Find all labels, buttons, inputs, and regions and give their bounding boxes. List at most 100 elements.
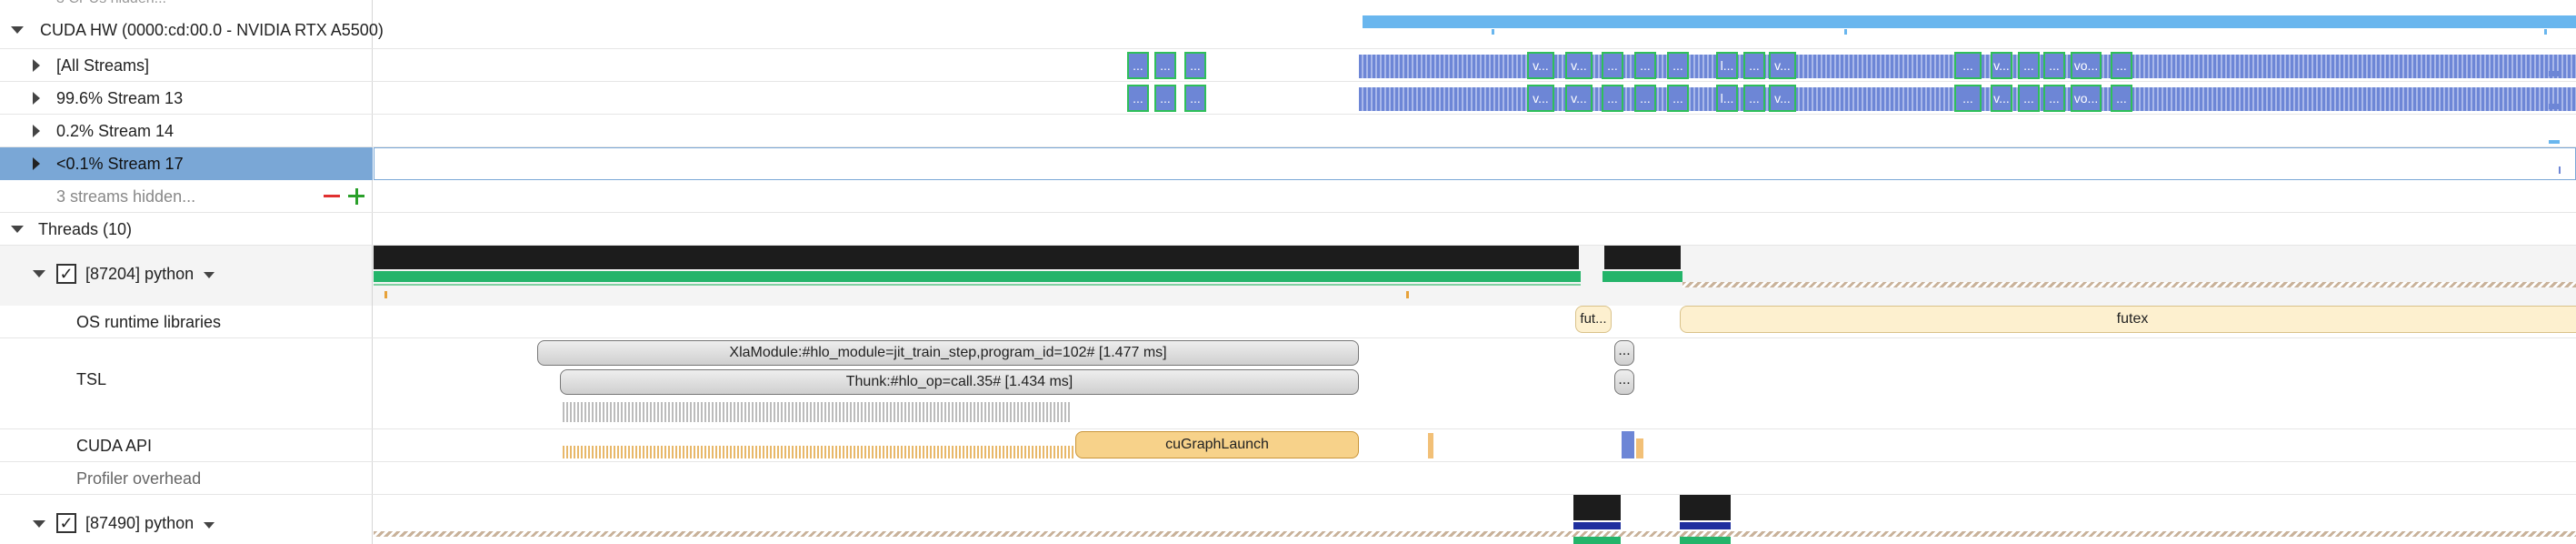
kernel-block[interactable]: ... <box>1154 52 1176 79</box>
cuda-api-calls[interactable] <box>563 446 1074 458</box>
remove-icon[interactable] <box>324 195 340 197</box>
collapsed-range[interactable]: ... <box>1614 369 1634 395</box>
stream-timeline[interactable] <box>374 115 2576 146</box>
thread-menu-chevron-icon[interactable] <box>204 272 215 278</box>
kernel-block[interactable]: v... <box>1769 52 1796 79</box>
expand-chevron-icon[interactable] <box>33 59 40 72</box>
kernel-block[interactable]: v... <box>1991 52 2012 79</box>
stream-timeline[interactable]: ......... v... v............ l...... v......… <box>374 49 2576 81</box>
kernel-block[interactable]: l... <box>1716 52 1738 79</box>
thread-checkbox[interactable]: ✓ <box>56 264 76 284</box>
kernel-block[interactable]: v... <box>1527 85 1554 112</box>
kernel-block[interactable]: ... <box>2111 52 2132 79</box>
thread-timeline[interactable] <box>374 495 2576 544</box>
kernel-block[interactable]: ... <box>1743 85 1765 112</box>
profiler-overhead-row[interactable]: Profiler overhead <box>0 462 2576 495</box>
futex-short-block[interactable]: fut... <box>1575 306 1612 333</box>
cuda-hw-timeline[interactable] <box>374 11 2576 48</box>
thread-state-running[interactable] <box>374 271 1581 282</box>
kernel-block[interactable]: ... <box>2043 52 2065 79</box>
thread-state-bar[interactable] <box>1573 522 1621 529</box>
kernel-block[interactable]: ... <box>1667 52 1689 79</box>
kernel-block[interactable]: l... <box>1716 85 1738 112</box>
cpu-utilization-bar[interactable] <box>1680 495 1731 520</box>
thread-state-running[interactable] <box>1680 537 1731 544</box>
cuda-api-call[interactable] <box>1636 438 1643 458</box>
kernel-block[interactable]: vo... <box>2071 52 2102 79</box>
os-runtime-timeline[interactable]: fut... futex <box>374 306 2576 337</box>
kernel-block[interactable]: ... <box>1184 85 1206 112</box>
xla-module-range[interactable]: XlaModule:#hlo_module=jit_train_step,pro… <box>537 340 1359 366</box>
futex-block[interactable]: futex <box>1680 306 2576 333</box>
kernel-block[interactable]: v... <box>1565 85 1593 112</box>
kernel-block[interactable]: ... <box>1634 52 1656 79</box>
kernel-block[interactable]: ... <box>1154 85 1176 112</box>
expand-chevron-icon[interactable] <box>33 157 40 170</box>
os-runtime-row[interactable]: OS runtime libraries fut... futex <box>0 306 2576 338</box>
stream-row-all[interactable]: [All Streams] ......... v... v............… <box>0 49 2576 82</box>
collapse-chevron-icon[interactable] <box>33 270 45 277</box>
collapsed-range[interactable]: ... <box>1614 340 1634 366</box>
thread-timeline[interactable] <box>374 246 2576 306</box>
stream-row-13[interactable]: 99.6% Stream 13 ......... v... v..........… <box>0 82 2576 115</box>
kernel-block[interactable]: v... <box>1769 85 1796 112</box>
streams-hidden-label[interactable]: 3 streams hidden... <box>56 186 195 207</box>
stream-label: [All Streams] <box>56 56 150 75</box>
cuda-hw-activity-bar[interactable] <box>1363 15 2576 28</box>
kernel-block[interactable]: ... <box>1954 52 1982 79</box>
kernel-block[interactable]: ... <box>1602 85 1623 112</box>
activity-marker <box>2542 22 2559 25</box>
kernel-block[interactable]: ... <box>2018 85 2040 112</box>
kernel-block[interactable]: ... <box>2043 85 2065 112</box>
collapse-chevron-icon[interactable] <box>33 520 45 528</box>
stream-row-17[interactable]: <0.1% Stream 17 <box>0 147 2576 180</box>
cpu-utilization-bar[interactable] <box>1604 246 1681 269</box>
tsl-row[interactable]: TSL XlaModule:#hlo_module=jit_train_step… <box>0 338 2576 429</box>
kernel-block[interactable]: v... <box>1527 52 1554 79</box>
cuda-api-call[interactable] <box>1622 431 1634 458</box>
cugraphlaunch-call[interactable]: cuGraphLaunch <box>1075 431 1359 458</box>
kernel-block[interactable]: ... <box>1184 52 1206 79</box>
cuda-api-call[interactable] <box>1428 433 1433 458</box>
tsl-nested-ranges[interactable] <box>563 402 1072 422</box>
thread-state-running[interactable] <box>1573 537 1621 544</box>
thread-row-87490[interactable]: ✓ [87490] python <box>0 495 2576 544</box>
kernel-block[interactable]: ... <box>1667 85 1689 112</box>
stream-timeline[interactable]: ......... v... v............ l...... v......… <box>374 82 2576 114</box>
kernel-block[interactable]: ... <box>2018 52 2040 79</box>
stream-row-14[interactable]: 0.2% Stream 14 <box>0 115 2576 147</box>
collapse-chevron-icon[interactable] <box>11 226 24 233</box>
kernel-block[interactable]: ... <box>2111 85 2132 112</box>
cpu-utilization-bar[interactable] <box>1573 495 1621 520</box>
expand-chevron-icon[interactable] <box>33 125 40 137</box>
selected-row-label-cell[interactable]: <0.1% Stream 17 <box>0 147 373 180</box>
thread-state-line <box>374 284 1581 286</box>
cuda-hw-row[interactable]: CUDA HW (0000:cd:00.0 - NVIDIA RTX A5500… <box>0 11 2576 49</box>
kernel-block[interactable]: ... <box>1954 85 1982 112</box>
collapse-chevron-icon[interactable] <box>11 26 24 34</box>
thunk-range[interactable]: Thunk:#hlo_op=call.35# [1.434 ms] <box>560 369 1359 395</box>
thread-state-bar[interactable] <box>1680 522 1731 529</box>
thread-menu-chevron-icon[interactable] <box>204 522 215 529</box>
kernel-block[interactable]: vo... <box>2071 85 2102 112</box>
kernel-block[interactable]: ... <box>1127 52 1149 79</box>
kernel-block[interactable]: ... <box>1602 52 1623 79</box>
kernel-block[interactable]: ... <box>1634 85 1656 112</box>
tsl-timeline[interactable]: XlaModule:#hlo_module=jit_train_step,pro… <box>374 338 2576 428</box>
stream-timeline[interactable] <box>374 147 2576 180</box>
cuda-api-timeline[interactable]: cuGraphLaunch <box>374 429 2576 461</box>
activity-tick <box>1492 29 1494 35</box>
cpu-utilization-bar[interactable] <box>374 246 1579 269</box>
thread-label: [87490] python <box>85 514 195 532</box>
thread-checkbox[interactable]: ✓ <box>56 513 76 533</box>
kernel-block[interactable]: v... <box>1991 85 2012 112</box>
thread-row-87204[interactable]: ✓ [87204] python <box>0 246 2576 306</box>
expand-chevron-icon[interactable] <box>33 92 40 105</box>
cpus-hidden-label[interactable]: 3 CPUs hidden... <box>56 0 166 9</box>
threads-row[interactable]: Threads (10) <box>0 213 2576 246</box>
cuda-api-row[interactable]: CUDA API cuGraphLaunch <box>0 429 2576 462</box>
kernel-block[interactable]: ... <box>1743 52 1765 79</box>
kernel-block[interactable]: ... <box>1127 85 1149 112</box>
thread-state-running[interactable] <box>1603 271 1682 282</box>
kernel-block[interactable]: v... <box>1565 52 1593 79</box>
